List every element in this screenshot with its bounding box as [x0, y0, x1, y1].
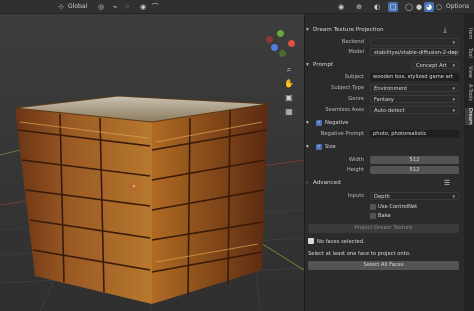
gizmo-neg-x[interactable] [266, 36, 273, 43]
wireframe-shading-icon[interactable]: ◯ [404, 2, 414, 12]
model-dropdown[interactable]: stabilityai/stable-diffusion-2-depth [370, 48, 459, 56]
gizmo-z-axis[interactable] [271, 44, 278, 51]
panel-title[interactable]: ▾ Dream Texture Projection [306, 25, 458, 35]
gizmo-toggle-icon[interactable]: ⊕ [354, 2, 364, 12]
options-menu[interactable]: Options [446, 2, 469, 12]
orientation-dropdown[interactable]: Global [68, 2, 87, 12]
camera-view-icon[interactable]: ▣ [283, 92, 295, 104]
chevron-down-icon: ▾ [306, 27, 309, 33]
inputs-dropdown[interactable]: Depth [370, 192, 459, 200]
gizmo-neg-y[interactable] [279, 50, 286, 57]
xray-icon[interactable]: ▢ [388, 2, 398, 12]
height-label: Height [346, 167, 364, 173]
size-checkbox[interactable]: ✓ [316, 144, 322, 150]
warning-message: No faces selected. [308, 238, 365, 246]
perspective-toggle-icon[interactable]: ▦ [283, 106, 295, 118]
warning-icon [308, 238, 314, 244]
seamless-axes-label: Seamless Axes [325, 107, 364, 113]
use-controlnet-label: Use ControlNet [378, 204, 418, 210]
tab-dream[interactable]: Dream [465, 108, 473, 125]
width-input[interactable]: 512 [370, 156, 459, 164]
height-input[interactable]: 512 [370, 166, 459, 174]
negative-checkbox[interactable]: ✓ [316, 120, 322, 126]
pivot-icon[interactable]: ◎ [96, 2, 106, 12]
falloff-icon[interactable]: ⌒ [150, 2, 160, 12]
gizmo-y-axis[interactable] [277, 30, 284, 37]
chevron-down-icon: ▾ [306, 120, 309, 126]
negative-label: Negative [325, 120, 349, 126]
negative-prompt-label: Negative Prompt [320, 131, 364, 137]
negative-prompt-input[interactable]: photo, photorealistic [370, 130, 459, 138]
3d-viewport[interactable]: ⌕ ✋ ▣ ▦ [0, 0, 304, 311]
zoom-icon[interactable]: ⌕ [283, 64, 295, 76]
model-label: Model [348, 49, 364, 55]
tab-view[interactable]: View [465, 66, 473, 78]
use-controlnet-checkbox[interactable] [370, 204, 376, 210]
width-label: Width [348, 157, 364, 163]
rendered-shading-icon[interactable]: ○ [434, 2, 444, 12]
subject-input[interactable]: wooden box, stylized game art [370, 73, 459, 81]
select-all-faces-button[interactable]: Select All Faces [308, 261, 459, 270]
size-label: Size [325, 144, 336, 150]
pan-hand-icon[interactable]: ✋ [283, 78, 295, 90]
tab-tool[interactable]: Tool [465, 48, 473, 58]
visibility-icon[interactable]: ◉ [336, 2, 346, 12]
subject-label: Subject [344, 74, 364, 80]
backend-label: Backend [341, 39, 364, 45]
viewport-header: ⊹ Global ◎ ⌁ ⁘ ◉ ⌒ ◉ ⊕ ◐ ▢ ◯ ● ◕ ○ Optio… [0, 0, 474, 14]
chevron-right-icon: › [306, 180, 309, 186]
download-icon[interactable]: ⤓ [440, 25, 450, 35]
tab-item[interactable]: Item [465, 28, 473, 39]
gizmo-x-axis[interactable] [288, 40, 295, 47]
hint-message: Select at least one face to project onto… [308, 251, 411, 257]
subject-type-label: Subject Type [331, 85, 364, 91]
subject-type-dropdown[interactable]: Environment [370, 84, 459, 92]
prompt-preset-dropdown[interactable]: Concept Art [412, 61, 459, 69]
list-menu-icon[interactable]: ☰ [442, 178, 452, 188]
chevron-down-icon: ▾ [306, 144, 309, 150]
viewport-scene [0, 0, 304, 311]
tab-a-tools[interactable]: A-Tools [465, 84, 473, 101]
genre-label: Genre [348, 96, 364, 102]
bake-label: Bake [378, 213, 391, 219]
proportional-edit-icon[interactable]: ◉ [138, 2, 148, 12]
transform-orientation-icon[interactable]: ⊹ [56, 2, 66, 12]
textured-cube[interactable] [14, 95, 269, 304]
snap-icon[interactable]: ⌁ [110, 2, 120, 12]
inputs-label: Inputs [347, 193, 364, 199]
bake-checkbox[interactable] [370, 213, 376, 219]
advanced-section-header[interactable]: › Advanced [306, 178, 458, 188]
sidebar-tabs: Item Tool View A-Tools Dream [464, 14, 474, 311]
overlay-icon[interactable]: ◐ [372, 2, 382, 12]
chevron-down-icon: ▾ [306, 62, 309, 68]
genre-dropdown[interactable]: Fantasy [370, 95, 459, 103]
project-dream-texture-button[interactable]: Project Dream Texture [308, 224, 459, 233]
seamless-axes-dropdown[interactable]: Auto-detect [370, 106, 459, 114]
material-shading-icon[interactable]: ◕ [424, 2, 434, 12]
snap-target-icon[interactable]: ⁘ [122, 2, 132, 12]
backend-dropdown[interactable] [370, 38, 459, 46]
solid-shading-icon[interactable]: ● [414, 2, 424, 12]
